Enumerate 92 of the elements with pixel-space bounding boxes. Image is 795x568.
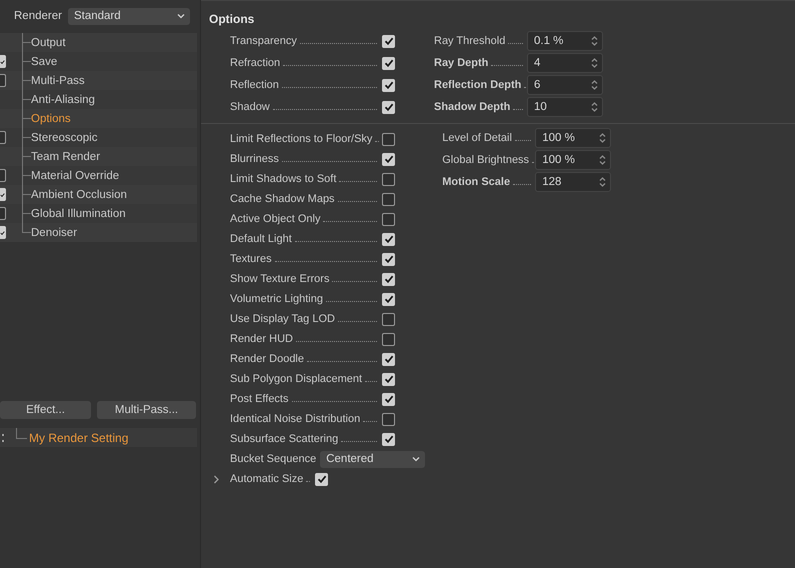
option-label: Use Display Tag LOD [230, 313, 335, 325]
checkbox[interactable] [382, 392, 395, 406]
spinner-arrows-icon [599, 154, 606, 166]
checkbox[interactable] [382, 192, 395, 206]
checkbox[interactable] [382, 152, 395, 166]
option-label: Post Effects [230, 393, 288, 405]
chevron-down-icon [412, 456, 420, 462]
checkbox[interactable] [382, 332, 395, 346]
spinner-arrows-icon [599, 176, 606, 188]
option-label: Shadow [230, 101, 270, 113]
checkbox[interactable] [382, 432, 395, 446]
checkbox[interactable] [382, 34, 395, 48]
spinner-arrows-icon [591, 35, 598, 47]
checkbox[interactable] [382, 232, 395, 246]
checkbox[interactable] [382, 372, 395, 386]
checkbox[interactable] [382, 292, 395, 306]
field-label: Ray Threshold [434, 35, 506, 47]
number-field[interactable]: 100 % [535, 128, 612, 148]
option-label: Refraction [230, 57, 280, 69]
option-label: Limit Shadows to Soft [230, 173, 336, 185]
chevron-down-icon [176, 13, 185, 19]
option-label: Textures [230, 253, 272, 265]
option-label: Identical Noise Distribution [230, 413, 360, 425]
setting-item[interactable]: My Render Setting [0, 428, 197, 447]
checkbox[interactable] [382, 212, 395, 226]
checkbox[interactable] [315, 472, 328, 486]
option-label: Default Light [230, 233, 292, 245]
spinner-arrows-icon [591, 79, 598, 91]
checkbox[interactable] [0, 169, 6, 182]
checkbox[interactable] [0, 74, 6, 87]
checkbox[interactable] [0, 188, 6, 201]
checkbox[interactable] [382, 352, 395, 366]
field-label: Shadow Depth [434, 101, 510, 113]
option-label: Cache Shadow Maps [230, 193, 335, 205]
option-label: Volumetric Lighting [230, 293, 323, 305]
option-label: Render HUD [230, 333, 293, 345]
checkbox[interactable] [382, 252, 395, 266]
option-label: Transparency [230, 35, 297, 47]
field-label: Reflection Depth [434, 79, 522, 91]
option-label: Blurriness [230, 153, 279, 165]
field-label: Ray Depth [434, 57, 488, 69]
checkbox[interactable] [382, 172, 395, 186]
number-field[interactable]: 4 [527, 53, 603, 73]
tree-item[interactable]: Options [0, 109, 197, 128]
option-label: Active Object Only [230, 213, 320, 225]
section-title: Options [209, 12, 256, 26]
field-label: Level of Detail [442, 132, 512, 144]
bucket-dropdown[interactable]: Centered [320, 450, 426, 468]
spinner-arrows-icon [591, 57, 598, 69]
option-label: Bucket Sequence [230, 453, 316, 465]
field-label: Global Brightness [442, 154, 530, 166]
checkbox[interactable] [0, 55, 6, 68]
field-label: Motion Scale [442, 176, 510, 188]
option-label: Render Doodle [230, 353, 304, 365]
handle-icon [1, 432, 5, 442]
tree-item[interactable]: Material Override [0, 166, 197, 185]
number-field[interactable]: 10 [527, 97, 603, 117]
tree-item[interactable]: Output [0, 33, 197, 52]
tree-item[interactable]: Ambient Occlusion [0, 185, 197, 204]
checkbox[interactable] [0, 226, 6, 239]
spinner-arrows-icon [591, 101, 598, 113]
number-field[interactable]: 6 [527, 75, 603, 95]
checkbox[interactable] [0, 207, 6, 220]
checkbox[interactable] [382, 78, 395, 92]
checkbox[interactable] [382, 412, 395, 426]
checkbox[interactable] [382, 100, 395, 114]
spinner-arrows-icon [599, 132, 606, 144]
option-label: Limit Reflections to Floor/Sky [230, 133, 372, 145]
checkbox[interactable] [0, 131, 6, 144]
number-field[interactable]: 0.1 % [527, 31, 603, 51]
button[interactable]: Multi-Pass... [97, 401, 196, 419]
option-label: Subsurface Scattering [230, 433, 338, 445]
option-label: Automatic Size [230, 473, 304, 485]
option-label: Show Texture Errors [230, 273, 330, 285]
tree-item[interactable]: Save [0, 52, 197, 71]
checkbox[interactable] [382, 272, 395, 286]
tree-item[interactable]: Team Render [0, 147, 197, 166]
number-field[interactable]: 128 [535, 172, 612, 192]
option-label: Reflection [230, 79, 279, 91]
renderer-dropdown[interactable]: Standard [68, 8, 190, 24]
checkbox[interactable] [382, 56, 395, 70]
tree-item[interactable]: Global Illumination [0, 204, 197, 223]
tree-item[interactable]: Multi-Pass [0, 71, 197, 90]
tree-item[interactable]: Denoiser [0, 223, 197, 242]
tree-item[interactable]: Anti-Aliasing [0, 90, 197, 109]
checkbox[interactable] [382, 132, 395, 146]
renderer-label: Renderer [14, 10, 62, 22]
option-label: Sub Polygon Displacement [230, 373, 362, 385]
number-field[interactable]: 100 % [535, 150, 612, 170]
button[interactable]: Effect... [0, 401, 91, 419]
tree-item[interactable]: Stereoscopic [0, 128, 197, 147]
checkbox[interactable] [382, 312, 395, 326]
